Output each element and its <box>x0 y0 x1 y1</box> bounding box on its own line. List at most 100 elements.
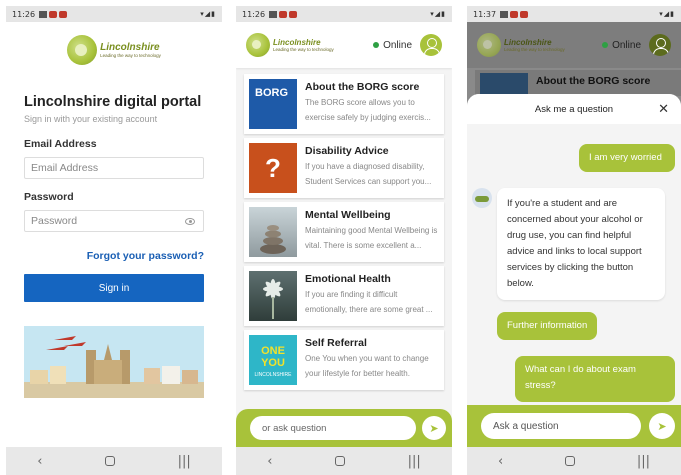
sign-in-button[interactable]: Sign in <box>24 274 204 302</box>
logo-name: Lincolnshire <box>100 42 160 53</box>
lincolnshire-text: LINCOLNSHIRE <box>254 372 292 378</box>
logo-tagline: Leading the way to technology <box>100 53 161 58</box>
gallery-notification-icon <box>500 10 509 18</box>
user-profile-icon[interactable] <box>420 34 442 56</box>
phone-login-screen: 11:26 ▾◢▮ Lincolnshire Leading the way t… <box>6 6 222 475</box>
lincolnshire-logo: Lincolnshire Leading the way to technolo… <box>477 33 565 57</box>
topic-card[interactable]: ONE YOU LINCOLNSHIRE Self Referral One Y… <box>244 330 444 390</box>
back-icon[interactable]: ‹ <box>37 454 42 469</box>
send-icon: ➤ <box>429 422 439 435</box>
app-notification-icon <box>59 10 68 18</box>
ask-question-input[interactable]: Ask a question <box>481 413 641 439</box>
card-description: Maintaining good Mental Wellbeing is vit… <box>305 226 438 250</box>
ask-question-input[interactable]: or ask question <box>250 416 416 440</box>
lincolnshire-logo[interactable]: Lincolnshire Leading the way to technolo… <box>246 33 334 57</box>
bot-avatar-icon <box>472 188 492 208</box>
chat-title: Ask me a question <box>534 103 614 115</box>
login-form: Lincolnshire digital portal Sign in with… <box>6 78 222 447</box>
ask-question-bar: or ask question ➤ <box>236 409 452 447</box>
status-time: 11:37 <box>473 9 497 19</box>
status-bar: 11:26 ▾◢▮ <box>236 6 452 22</box>
status-bar: 11:26 ▾◢▮ <box>6 6 222 22</box>
home-icon[interactable] <box>105 456 116 466</box>
user-message: What can I do about exam stress? <box>515 356 675 402</box>
topic-card[interactable]: BORG About the BORG score The BORG score… <box>244 74 444 134</box>
online-label: Online <box>383 39 412 51</box>
recents-icon[interactable]: ||| <box>178 454 191 469</box>
send-button[interactable]: ➤ <box>422 416 446 440</box>
topic-card-dimmed: About the BORG score <box>475 70 681 96</box>
chat-header: Ask me a question ✕ <box>467 94 681 124</box>
question-mark-glyph: ? <box>265 153 281 183</box>
gallery-notification-icon <box>269 10 278 18</box>
password-placeholder: Password <box>31 215 78 227</box>
signal-battery-icon: ▾◢▮ <box>659 10 675 18</box>
logo-name: Lincolnshire <box>273 38 321 47</box>
card-description: If you are finding it difficult emotiona… <box>305 290 433 314</box>
send-button[interactable]: ➤ <box>649 413 675 439</box>
signal-battery-icon: ▾◢▮ <box>200 10 216 18</box>
send-icon: ➤ <box>657 420 667 433</box>
online-dot-icon <box>602 42 609 48</box>
flower-image <box>249 271 297 321</box>
card-title: Mental Wellbeing <box>305 209 391 221</box>
back-icon[interactable]: ‹ <box>267 454 272 469</box>
back-icon[interactable]: ‹ <box>498 454 503 469</box>
email-label: Email Address <box>24 138 97 150</box>
app-header: Lincolnshire Leading the way to technolo… <box>6 22 222 78</box>
gallery-notification-icon <box>39 10 48 18</box>
show-password-icon[interactable] <box>185 218 195 225</box>
app-notification-icon <box>49 10 58 18</box>
chat-panel: Ask me a question ✕ I am very worried If… <box>467 94 681 447</box>
borg-scale-image <box>480 73 528 95</box>
logo-tagline: Leading the way to technology <box>273 47 334 52</box>
status-time: 11:26 <box>12 9 36 19</box>
logo-tagline: Leading the way to technology <box>504 47 565 52</box>
password-field[interactable]: Password <box>24 210 204 232</box>
page-title: Lincolnshire digital portal <box>24 94 202 110</box>
topic-card[interactable]: Mental Wellbeing Maintaining good Mental… <box>244 202 444 262</box>
online-status: Online <box>602 40 641 51</box>
card-title: About the BORG score <box>305 81 420 93</box>
card-title: About the BORG score <box>536 75 651 87</box>
user-message: I am very worried <box>579 144 675 172</box>
borg-scale-image: BORG <box>249 79 297 129</box>
app-header-dimmed: Lincolnshire Leading the way to technolo… <box>467 22 681 68</box>
question-mark-image: ? <box>249 143 297 193</box>
logo-name: Lincolnshire <box>504 38 552 47</box>
close-icon[interactable]: ✕ <box>658 102 669 117</box>
borg-image-text: BORG <box>255 87 288 99</box>
logo-emblem-icon <box>67 35 98 65</box>
ask-placeholder: Ask a question <box>493 420 559 432</box>
lincoln-cathedral-illustration <box>24 326 204 398</box>
home-icon[interactable] <box>335 456 346 466</box>
further-information-button[interactable]: Further information <box>497 312 598 340</box>
ask-question-bar: Ask a question ➤ <box>467 405 681 447</box>
phone-topics-screen: 11:26 ▾◢▮ Lincolnshire Leading the way t… <box>236 6 452 475</box>
phone-chat-screen: 11:37 ▾◢▮ Lincolnshire Leading the way t… <box>467 6 681 475</box>
logo-emblem-icon <box>246 33 270 57</box>
forgot-password-link[interactable]: Forgot your password? <box>24 250 204 262</box>
email-field[interactable]: Email Address <box>24 157 204 179</box>
card-description: If you have a diagnosed disability, Stud… <box>305 162 432 186</box>
logo-emblem-icon <box>477 33 501 57</box>
ask-placeholder: or ask question <box>262 422 327 434</box>
topic-card[interactable]: ? Disability Advice If you have a diagno… <box>244 138 444 198</box>
topic-card-list: BORG About the BORG score The BORG score… <box>236 68 452 415</box>
android-nav-bar: ‹ ||| <box>6 447 222 475</box>
card-title: Disability Advice <box>305 145 389 157</box>
topic-card[interactable]: Emotional Health If you are finding it d… <box>244 266 444 326</box>
online-label: Online <box>612 39 641 51</box>
app-notification-icon <box>520 10 529 18</box>
android-nav-bar: ‹ ||| <box>467 447 681 475</box>
online-dot-icon <box>373 42 380 48</box>
recents-icon[interactable]: ||| <box>637 454 650 469</box>
bot-message: If you're a student and are concerned ab… <box>497 188 665 300</box>
card-description: One You when you want to change your lif… <box>305 354 429 378</box>
card-description: The BORG score allows you to exercise sa… <box>305 98 431 122</box>
home-icon[interactable] <box>565 456 576 466</box>
card-title: Emotional Health <box>305 273 391 285</box>
online-status: Online <box>373 40 412 51</box>
user-profile-icon <box>649 34 671 56</box>
recents-icon[interactable]: ||| <box>408 454 421 469</box>
